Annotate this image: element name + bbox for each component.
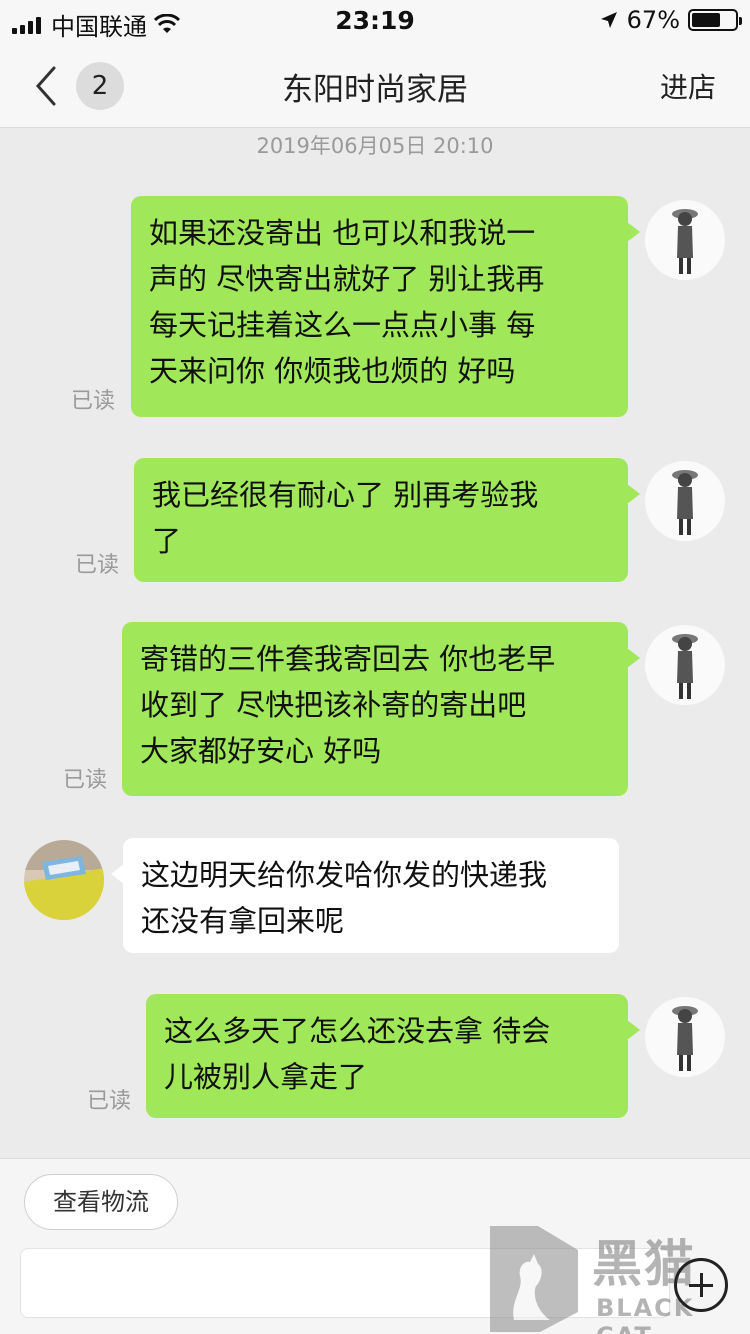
message-bubble-outgoing[interactable]: 我已经很有耐心了 别再考验我 了: [134, 458, 640, 582]
view-logistics-button[interactable]: 查看物流: [24, 1174, 178, 1230]
plus-icon[interactable]: [674, 1258, 728, 1312]
black-cat-logo-icon: [490, 1226, 578, 1332]
status-bar: 中国联通 23:19 67%: [0, 0, 750, 42]
my-avatar[interactable]: [645, 200, 725, 280]
message-bubble-outgoing[interactable]: 寄错的三件套我寄回去 你也老早 收到了 尽快把该补寄的寄出吧 大家都好安心 好吗: [122, 622, 640, 796]
message-bubble-outgoing[interactable]: 如果还没寄出 也可以和我说一 声的 尽快寄出就好了 别让我再 每天记挂着这么一点…: [131, 196, 640, 417]
battery-fill: [692, 13, 721, 27]
store-avatar[interactable]: [24, 840, 104, 920]
figure-silhouette-icon: [672, 470, 698, 535]
my-avatar[interactable]: [645, 625, 725, 705]
figure-silhouette-icon: [672, 209, 698, 274]
my-avatar[interactable]: [645, 997, 725, 1077]
message-bubble-incoming[interactable]: 这边明天给你发哈你发的快递我 还没有拿回来呢: [111, 838, 619, 953]
read-status: 已读: [63, 768, 108, 793]
my-avatar[interactable]: [645, 461, 725, 541]
page-title: 东阳时尚家居: [282, 72, 468, 108]
read-status: 已读: [87, 1089, 132, 1114]
watermark-en-text: BLACK CAT: [596, 1294, 695, 1334]
figure-silhouette-icon: [672, 1006, 698, 1071]
nav-bar: 2 东阳时尚家居 进店: [0, 42, 750, 128]
figure-silhouette-icon: [672, 634, 698, 699]
chat-timestamp: 2019年06月05日 20:10: [256, 134, 494, 158]
read-status: 已读: [71, 389, 116, 414]
message-bubble-outgoing[interactable]: 这么多天了怎么还没去拿 待会 儿被别人拿走了: [146, 994, 640, 1118]
enter-store-button[interactable]: 进店: [660, 66, 716, 106]
battery-percent: 67%: [626, 6, 680, 34]
read-status: 已读: [75, 553, 120, 578]
bedding-product-icon: [24, 840, 104, 920]
status-right: 67%: [599, 6, 742, 34]
location-arrow-icon: [600, 12, 617, 28]
battery-icon: [688, 9, 742, 31]
